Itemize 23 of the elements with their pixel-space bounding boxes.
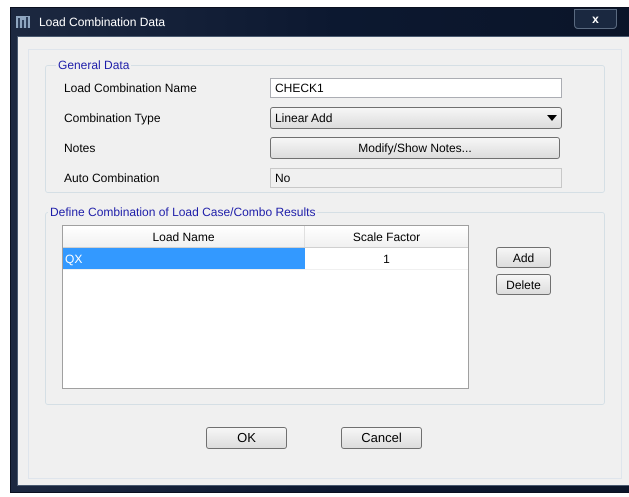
field-label: Auto Combination (63, 170, 160, 187)
column-header[interactable]: Scale Factor (305, 226, 468, 247)
name-field[interactable]: CHECK1 (270, 78, 562, 98)
table-row[interactable]: QX 1 (63, 248, 468, 270)
combination-type-dropdown[interactable]: Linear Add (270, 107, 562, 129)
caret-icon (547, 115, 557, 121)
cancel-button[interactable]: Cancel (341, 427, 422, 449)
app-icon (15, 14, 31, 30)
notes-button[interactable]: Modify/Show Notes... (270, 137, 560, 159)
group-title: General Data (57, 57, 130, 74)
add-button[interactable]: Add (496, 247, 551, 268)
close-button[interactable]: x (574, 9, 617, 29)
field-label: Load Combination Name (63, 80, 198, 97)
auto-combination-field: No (270, 168, 562, 188)
group-title: Define Combination of Load Case/Combo Results (49, 204, 316, 221)
delete-button[interactable]: Delete (496, 274, 551, 295)
window-title: Load Combination Data (39, 14, 166, 31)
ok-button[interactable]: OK (206, 427, 287, 449)
column-header[interactable]: Load Name (63, 226, 305, 247)
field-label: Combination Type (63, 110, 162, 127)
table-cell-text: 1 (382, 251, 391, 268)
field-label: Notes (63, 140, 96, 157)
table-cell: QX (63, 248, 305, 269)
